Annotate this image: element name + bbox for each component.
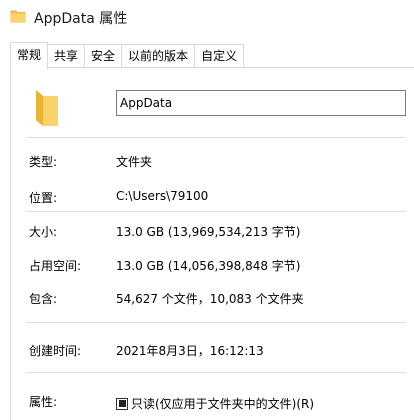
created-label: 创建时间:: [29, 344, 82, 358]
readonly-label: 只读(仅应用于文件夹中的文件)(R): [131, 397, 315, 411]
readonly-checkbox-row[interactable]: 只读(仅应用于文件夹中的文件)(R): [116, 395, 314, 412]
divider: [26, 137, 406, 138]
tab-previous-versions[interactable]: 以前的版本: [121, 44, 196, 67]
disk-size-value: 13.0 GB (14,056,398,848 字节): [116, 259, 301, 273]
large-folder-icon: [36, 90, 58, 126]
type-value: 文件夹: [116, 155, 153, 169]
tab-sharing[interactable]: 共享: [47, 44, 86, 67]
tab-bar: 常规 共享 安全 以前的版本 自定义: [10, 42, 245, 69]
type-label: 类型:: [29, 155, 58, 169]
divider: [26, 372, 406, 373]
contains-value: 54,627 个文件，10,083 个文件夹: [116, 292, 304, 306]
attributes-label: 属性:: [29, 395, 58, 409]
tab-security[interactable]: 安全: [84, 44, 123, 67]
contains-label: 包含:: [29, 292, 58, 306]
tab-general[interactable]: 常规: [10, 42, 49, 69]
disk-size-label: 占用空间:: [29, 259, 82, 273]
indeterminate-mark-icon: [118, 400, 126, 407]
general-panel: [10, 67, 414, 420]
divider: [26, 322, 406, 323]
folder-name-input[interactable]: AppData: [116, 90, 406, 116]
size-label: 大小:: [29, 225, 58, 239]
tab-customize[interactable]: 自定义: [194, 44, 245, 67]
size-value: 13.0 GB (13,969,534,213 字节): [116, 225, 301, 239]
title-bar: AppData 属性: [0, 0, 414, 38]
window-title: AppData 属性: [34, 11, 128, 27]
location-value: C:\Users\79100: [116, 189, 209, 203]
folder-icon: [10, 10, 26, 23]
created-value: 2021年8月3日，16:12:13: [116, 344, 264, 358]
readonly-checkbox[interactable]: [116, 397, 128, 410]
divider: [26, 211, 406, 212]
location-label: 位置:: [29, 191, 58, 205]
